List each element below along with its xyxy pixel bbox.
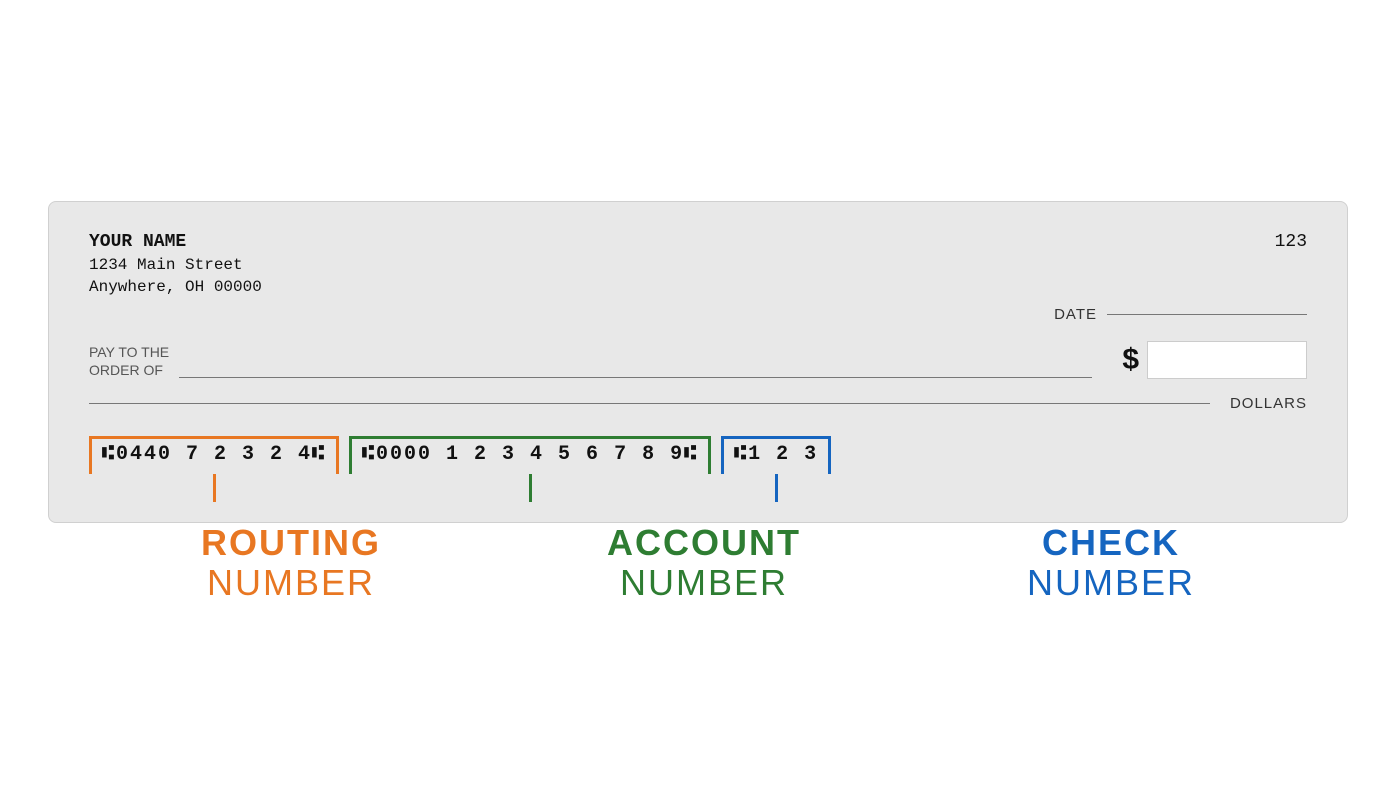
dollars-line — [89, 403, 1210, 404]
check-address2: Anywhere, OH 00000 — [89, 278, 262, 296]
routing-label-line2: NUMBER — [207, 563, 375, 603]
name-address-block: YOUR NAME 1234 Main Street Anywhere, OH … — [89, 232, 262, 296]
micr-brackets-row: ⑆0440 7 2 3 2 4⑆ ⑆0000 1 2 3 4 5 6 7 8 9… — [89, 436, 1307, 502]
routing-label-line1: ROUTING — [201, 523, 381, 563]
check-number: 123 — [1275, 232, 1307, 252]
check-label-line2: NUMBER — [1027, 563, 1195, 603]
check-label-line1: CHECK — [1042, 523, 1180, 563]
account-stem — [529, 474, 532, 502]
dollar-sign: $ — [1122, 343, 1139, 377]
date-label: DATE — [1054, 306, 1097, 323]
check-micr-text: ⑆1 2 3 — [734, 443, 818, 466]
date-row: DATE — [89, 306, 1307, 323]
check-bracket-group: ⑆1 2 3 — [721, 436, 831, 502]
dollars-label: DOLLARS — [1220, 395, 1307, 412]
check-stem — [775, 474, 778, 502]
pay-to-label: PAY TO THEORDER OF — [89, 343, 169, 379]
pay-to-row: PAY TO THEORDER OF $ — [89, 341, 1307, 379]
check-bracket-box: ⑆1 2 3 — [721, 436, 831, 474]
dollar-amount-box: $ — [1122, 341, 1307, 379]
date-line — [1107, 314, 1307, 315]
check: YOUR NAME 1234 Main Street Anywhere, OH … — [48, 201, 1348, 523]
account-micr-text: ⑆0000 1 2 3 4 5 6 7 8 9⑆ — [362, 443, 698, 466]
routing-bracket-box: ⑆0440 7 2 3 2 4⑆ — [89, 436, 339, 474]
routing-micr-text: ⑆0440 7 2 3 2 4⑆ — [102, 443, 326, 466]
account-label-line1: ACCOUNT — [607, 523, 801, 563]
pay-to-line — [179, 377, 1092, 378]
page-wrapper: YOUR NAME 1234 Main Street Anywhere, OH … — [28, 201, 1368, 602]
check-header: YOUR NAME 1234 Main Street Anywhere, OH … — [89, 232, 1307, 296]
dollars-row: DOLLARS — [89, 395, 1307, 412]
check-name: YOUR NAME — [89, 232, 262, 252]
routing-stem — [213, 474, 216, 502]
account-label-line2: NUMBER — [620, 563, 788, 603]
amount-box — [1147, 341, 1307, 379]
labels-row: ROUTING NUMBER ACCOUNT NUMBER CHECK NUMB… — [48, 523, 1348, 602]
account-bracket-group: ⑆0000 1 2 3 4 5 6 7 8 9⑆ — [349, 436, 711, 502]
account-label: ACCOUNT NUMBER — [607, 523, 801, 602]
routing-label: ROUTING NUMBER — [201, 523, 381, 602]
account-bracket-box: ⑆0000 1 2 3 4 5 6 7 8 9⑆ — [349, 436, 711, 474]
routing-bracket-group: ⑆0440 7 2 3 2 4⑆ — [89, 436, 339, 502]
check-address1: 1234 Main Street — [89, 256, 262, 274]
check-label: CHECK NUMBER — [1027, 523, 1195, 602]
